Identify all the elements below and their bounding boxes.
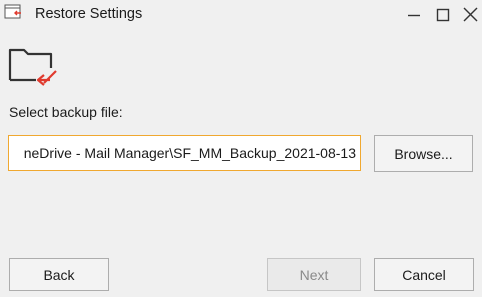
close-icon[interactable] — [459, 3, 482, 27]
backup-path-value: neDrive - Mail Manager\SF_MM_Backup_2021… — [23, 145, 356, 161]
title-bar: Restore Settings — [0, 0, 482, 30]
cancel-button[interactable]: Cancel — [374, 258, 474, 291]
browse-button[interactable]: Browse... — [374, 135, 473, 172]
minimize-icon[interactable] — [402, 3, 426, 27]
select-backup-label: Select backup file: — [9, 104, 123, 120]
window-title: Restore Settings — [35, 6, 143, 22]
restore-app-icon — [4, 4, 24, 22]
back-button[interactable]: Back — [9, 258, 109, 291]
maximize-icon[interactable] — [431, 3, 455, 27]
backup-path-input[interactable]: neDrive - Mail Manager\SF_MM_Backup_2021… — [8, 135, 361, 171]
folder-restore-icon — [6, 44, 58, 86]
next-button[interactable]: Next — [267, 258, 361, 291]
